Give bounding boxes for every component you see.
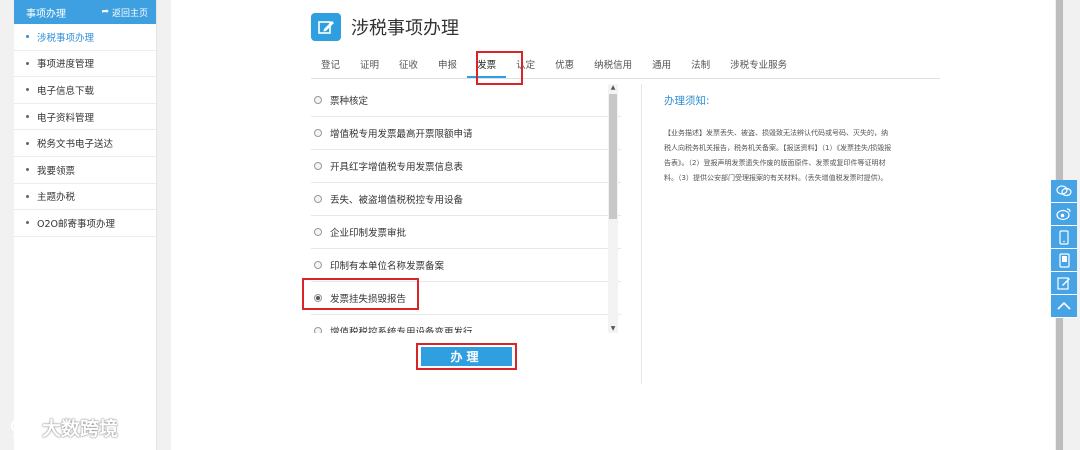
- back-home-link[interactable]: ➦ 返回主页: [101, 6, 148, 19]
- tab-legal[interactable]: 法制: [681, 52, 720, 78]
- mobile-icon[interactable]: [1051, 226, 1077, 249]
- bullet-icon: [26, 61, 29, 65]
- sidebar-item-label: 税务文书电子送达: [37, 139, 114, 151]
- radio-button[interactable]: [314, 162, 322, 170]
- list-item[interactable]: 开具红字增值税专用发票信息表: [311, 150, 621, 183]
- notice-body: 【业务描述】发票丢失、被盗、损毁致无法辨认代码或号码、灭失的，纳税人向税务机关报…: [664, 129, 892, 182]
- back-arrow-icon: ➦: [101, 7, 109, 17]
- selected-item-highlight-box: [302, 278, 419, 310]
- list-item[interactable]: 票种核定: [311, 84, 621, 117]
- list-item-label: 开具红字增值税专用发票信息表: [330, 162, 464, 173]
- bullet-icon: [26, 141, 29, 145]
- tab-declaration[interactable]: 申报: [428, 52, 467, 78]
- page-title: 涉税事项办理: [351, 18, 459, 39]
- sidebar-item-progress[interactable]: 事项进度管理: [14, 51, 156, 78]
- list-item-label: 增值税税控系统专用设备变更发行: [330, 327, 473, 333]
- edit-icon: [311, 13, 341, 41]
- process-button[interactable]: 办理: [421, 347, 512, 366]
- tab-certificate[interactable]: 证明: [350, 52, 389, 78]
- radio-button[interactable]: [314, 129, 322, 137]
- notice-title: 办理须知:: [664, 95, 710, 107]
- tab-general[interactable]: 通用: [642, 52, 681, 78]
- radio-button[interactable]: [314, 195, 322, 203]
- radio-button[interactable]: [314, 261, 322, 269]
- list-scrollbar[interactable]: ▲ ▼: [608, 84, 618, 333]
- tablet-icon[interactable]: [1051, 249, 1077, 272]
- bullet-icon: [26, 35, 29, 39]
- list-item[interactable]: 增值税税控系统专用设备变更发行: [311, 315, 621, 333]
- tab-highlight-box: [476, 51, 523, 85]
- page-header: 涉税事项办理: [311, 13, 459, 41]
- tab-registration[interactable]: 登记: [311, 52, 350, 78]
- list-item-label: 企业印制发票审批: [330, 228, 407, 239]
- category-tabs: 登记 证明 征收 申报 发票 认定 优惠 纳税信用 通用 法制 涉税专业服务: [311, 52, 940, 79]
- sidebar-item-get-invoice[interactable]: 我要领票: [14, 157, 156, 184]
- list-item-label: 增值税专用发票最高开票限额申请: [330, 129, 473, 140]
- tab-preference[interactable]: 优惠: [545, 52, 584, 78]
- watermark-logo-icon: [11, 418, 34, 438]
- bullet-icon: [26, 194, 29, 198]
- list-item-label: 票种核定: [330, 96, 369, 107]
- floating-toolbar: [1051, 180, 1077, 318]
- tab-collection[interactable]: 征收: [389, 52, 428, 78]
- scroll-up-icon[interactable]: ▲: [609, 84, 617, 92]
- radio-button[interactable]: [314, 228, 322, 236]
- watermark-text: 大数跨境: [42, 418, 119, 440]
- scroll-down-icon[interactable]: ▼: [609, 325, 617, 333]
- radio-button[interactable]: [314, 327, 322, 333]
- bullet-icon: [26, 221, 29, 225]
- list-item-label: 丢失、被盗增值税税控专用设备: [330, 195, 464, 206]
- sidebar-item-e-delivery[interactable]: 税务文书电子送达: [14, 130, 156, 157]
- sidebar-item-label: 我要领票: [37, 165, 76, 177]
- sidebar-item-label: 电子信息下载: [37, 85, 95, 97]
- panel-divider: [641, 84, 642, 384]
- sidebar-item-download[interactable]: 电子信息下载: [14, 77, 156, 104]
- sidebar-item-o2o-mail[interactable]: O2O邮寄事项办理: [14, 210, 156, 237]
- list-item[interactable]: 企业印制发票审批: [311, 216, 621, 249]
- chat-icon[interactable]: [1051, 180, 1077, 203]
- action-highlight-box: 办理: [416, 343, 517, 370]
- bullet-icon: [26, 115, 29, 119]
- sidebar-title: 事项办理: [26, 8, 66, 20]
- list-item[interactable]: 丢失、被盗增值税税控专用设备: [311, 183, 621, 216]
- sidebar-item-label: 主题办税: [37, 192, 76, 204]
- main-panel: 涉税事项办理 登记 证明 征收 申报 发票 认定 优惠 纳税信用 通用 法制 涉…: [171, 0, 1056, 450]
- sidebar-item-label: 事项进度管理: [37, 59, 95, 71]
- weibo-icon[interactable]: [1051, 203, 1077, 226]
- list-scroll-thumb[interactable]: [609, 94, 617, 219]
- tab-tax-credit[interactable]: 纳税信用: [584, 52, 642, 78]
- sidebar-item-tax-matters[interactable]: 涉税事项办理: [14, 24, 156, 51]
- bullet-icon: [26, 88, 29, 92]
- list-item[interactable]: 增值税专用发票最高开票限额申请: [311, 117, 621, 150]
- bullet-icon: [26, 168, 29, 172]
- edit-icon[interactable]: [1051, 272, 1077, 295]
- watermark: 大数跨境: [10, 414, 118, 441]
- back-home-label: 返回主页: [111, 8, 148, 19]
- radio-button[interactable]: [314, 96, 322, 104]
- sidebar-item-label: 涉税事项办理: [37, 32, 95, 44]
- tab-professional-service[interactable]: 涉税专业服务: [720, 52, 797, 78]
- sidebar: 事项办理 ➦ 返回主页 涉税事项办理 事项进度管理 电子信息下载 电子资料管理 …: [14, 0, 157, 450]
- sidebar-item-theme-tax[interactable]: 主题办税: [14, 184, 156, 211]
- sidebar-item-label: O2O邮寄事项办理: [37, 218, 115, 230]
- notice-panel: 办理须知: 【业务描述】发票丢失、被盗、损毁致无法辨认代码或号码、灭失的，纳税人…: [664, 93, 894, 186]
- list-item-label: 印制有本单位名称发票备案: [330, 261, 445, 272]
- sidebar-item-e-docs[interactable]: 电子资料管理: [14, 104, 156, 131]
- sidebar-item-label: 电子资料管理: [37, 112, 95, 124]
- back-to-top-icon[interactable]: [1051, 295, 1077, 318]
- sidebar-header: 事项办理 ➦ 返回主页: [14, 0, 156, 24]
